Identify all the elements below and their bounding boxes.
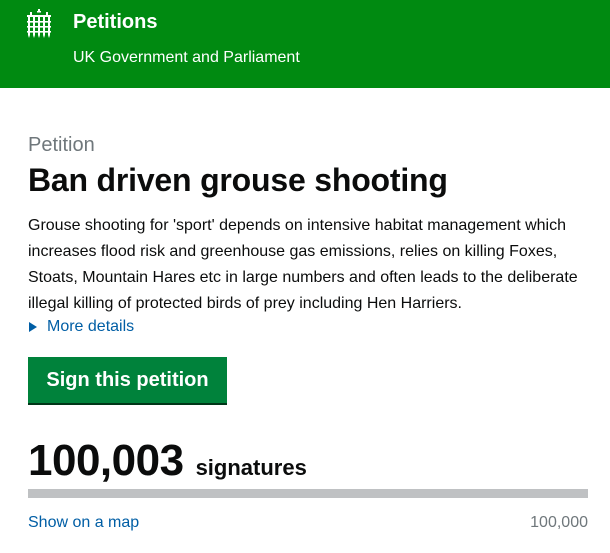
- site-subtitle: UK Government and Parliament: [73, 49, 300, 66]
- signature-progress-fill: [28, 489, 588, 498]
- petition-caption: Petition: [28, 134, 95, 156]
- signature-count-row: 100,003 signatures: [28, 436, 307, 486]
- site-header: Petitions UK Government and Parliament: [0, 0, 610, 88]
- more-details-label: More details: [47, 318, 135, 335]
- caret-right-icon: [29, 322, 37, 332]
- more-details-toggle[interactable]: More details: [28, 318, 134, 336]
- sign-petition-button[interactable]: Sign this petition: [28, 357, 227, 403]
- signature-threshold: 100,000: [530, 514, 588, 531]
- petition-title: Ban driven grouse shooting: [28, 162, 448, 198]
- signature-count: 100,003: [28, 436, 184, 485]
- petition-summary: Grouse shooting for 'sport' depends on i…: [28, 217, 578, 312]
- site-name-link[interactable]: Petitions: [73, 11, 157, 34]
- show-on-map-link[interactable]: Show on a map: [28, 514, 139, 532]
- portcullis-icon[interactable]: [26, 9, 52, 39]
- signature-label: signatures: [195, 455, 307, 480]
- signature-progress-bar: [28, 489, 588, 498]
